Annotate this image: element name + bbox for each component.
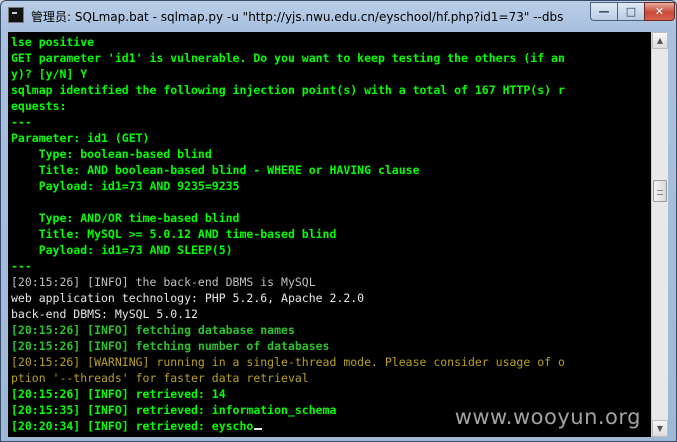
scroll-down-arrow-icon[interactable]: ▼: [652, 420, 668, 437]
console-line: web application technology: PHP 5.2.6, A…: [11, 291, 365, 305]
scroll-thumb[interactable]: [653, 180, 667, 202]
console-line: ---: [11, 259, 32, 273]
console-line: [20:15:26] [WARNING] running in a single…: [11, 355, 565, 369]
console-app-icon[interactable]: [8, 7, 24, 23]
watermark-text: www.wooyun.org: [454, 405, 641, 429]
console-line: lse positive: [11, 35, 95, 49]
console-line: ---: [11, 115, 32, 129]
console-line: y)? [y/N] Y: [11, 67, 88, 81]
console-line: sqlmap identified the following injectio…: [11, 83, 565, 97]
scroll-up-arrow-icon[interactable]: ▲: [652, 32, 668, 49]
console-line: ption '--threads' for faster data retrie…: [11, 371, 309, 385]
console-line: back-end DBMS: MySQL 5.0.12: [11, 307, 198, 321]
console-line: Title: MySQL >= 5.0.12 AND time-based bl…: [11, 227, 337, 241]
console-line: Payload: id1=73 AND 9235=9235: [11, 179, 240, 193]
close-button[interactable]: ✕: [644, 2, 675, 21]
console-line: Type: boolean-based blind: [11, 147, 212, 161]
console-line: equests:: [11, 99, 67, 113]
console-line: Type: AND/OR time-based blind: [11, 211, 240, 225]
console-line: Parameter: id1 (GET): [11, 131, 150, 145]
console-line: [20:15:26] [INFO] retrieved: 14: [11, 387, 226, 401]
window-title: 管理员: SQLmap.bat - sqlmap.py -u "http://y…: [31, 10, 564, 24]
console-lines: lse positive GET parameter 'id1' is vulne…: [11, 34, 651, 434]
console-line: [20:15:26] [INFO] fetching database name…: [11, 323, 295, 337]
console-line: [20:15:26] [INFO] fetching number of dat…: [11, 339, 330, 353]
console-line: Title: AND boolean-based blind - WHERE o…: [11, 163, 420, 177]
text-cursor: [254, 428, 263, 430]
title-bar[interactable]: 管理员: SQLmap.bat - sqlmap.py -u "http://y…: [1, 1, 676, 31]
console-window: 管理员: SQLmap.bat - sqlmap.py -u "http://y…: [0, 0, 677, 442]
console-output[interactable]: lse positive GET parameter 'id1' is vulne…: [8, 32, 651, 437]
vertical-scrollbar[interactable]: ▲ ▼: [651, 32, 668, 437]
maximize-button[interactable]: □: [617, 2, 644, 21]
console-line: [20:15:26] [INFO] the back-end DBMS is M…: [11, 275, 316, 289]
minimize-button[interactable]: —: [590, 2, 617, 21]
console-line: GET parameter 'id1' is vulnerable. Do yo…: [11, 51, 565, 65]
console-line: Payload: id1=73 AND SLEEP(5): [11, 243, 233, 257]
